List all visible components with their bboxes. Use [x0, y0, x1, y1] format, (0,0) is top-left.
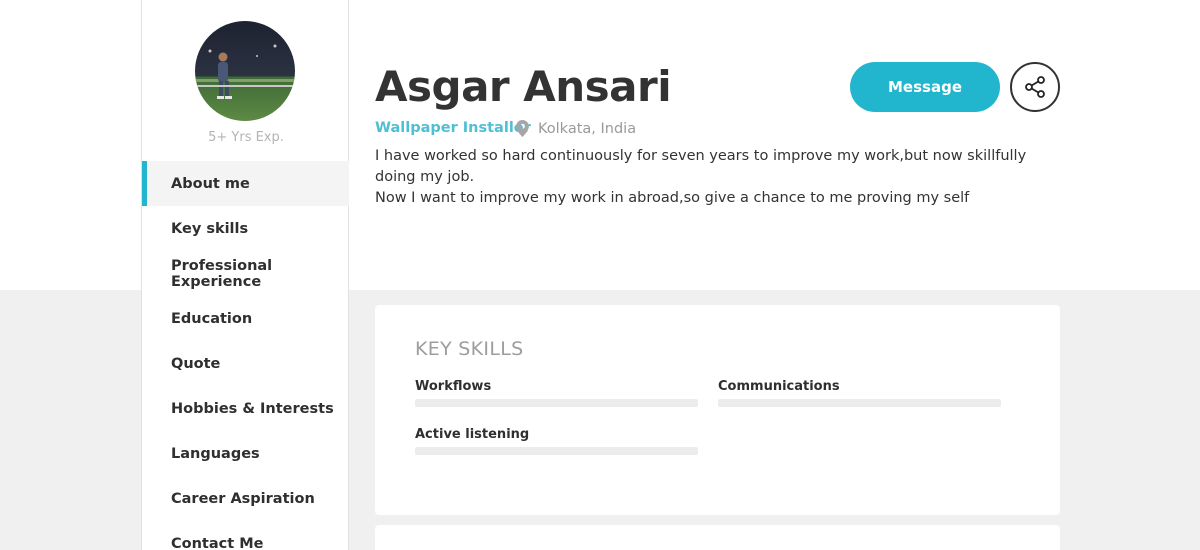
sidebar-item-career-aspiration[interactable]: Career Aspiration [142, 476, 349, 521]
profile-sidebar: 5+ Yrs Exp. About me Key skills Professi… [141, 0, 349, 550]
sidebar-item-key-skills[interactable]: Key skills [142, 206, 349, 251]
bio-line: I have worked so hard continuously for s… [375, 148, 1027, 185]
profile-name: Asgar Ansari [375, 62, 672, 111]
skill-item: Communications [718, 379, 1001, 407]
skill-progress-bar [415, 399, 698, 407]
bio-line: Now I want to improve my work in abroad,… [375, 190, 970, 206]
next-section-card [375, 525, 1060, 550]
sidebar-item-hobbies-interests[interactable]: Hobbies & Interests [142, 386, 349, 431]
sidebar-nav: About me Key skills Professional Experie… [142, 161, 349, 550]
experience-label: 5+ Yrs Exp. [208, 130, 284, 145]
sidebar-item-professional-experience[interactable]: Professional Experience [142, 251, 349, 296]
profile-bio: I have worked so hard continuously for s… [375, 146, 1065, 209]
sidebar-item-about-me[interactable]: About me [142, 161, 349, 206]
location-text: Kolkata, India [538, 120, 637, 137]
skill-progress-bar [415, 447, 698, 455]
message-button[interactable]: Message [850, 62, 1000, 112]
skill-progress-bar [718, 399, 1001, 407]
sidebar-item-languages[interactable]: Languages [142, 431, 349, 476]
share-icon [1025, 76, 1045, 98]
key-skills-card: KEY SKILLS Workflows Communications Acti… [375, 305, 1060, 515]
share-button[interactable] [1010, 62, 1060, 112]
skill-item: Active listening [415, 427, 698, 455]
location-pin-icon [516, 120, 529, 137]
sidebar-item-contact-me[interactable]: Contact Me [142, 521, 349, 550]
avatar [195, 21, 295, 121]
sidebar-item-quote[interactable]: Quote [142, 341, 349, 386]
profile-role: Wallpaper Installer [375, 120, 531, 136]
skill-label: Workflows [415, 379, 492, 394]
skill-item: Workflows [415, 379, 698, 407]
skill-label: Communications [718, 379, 840, 394]
sidebar-item-education[interactable]: Education [142, 296, 349, 341]
profile-location: Kolkata, India [516, 120, 636, 137]
key-skills-title: KEY SKILLS [415, 338, 524, 360]
skill-label: Active listening [415, 427, 530, 442]
